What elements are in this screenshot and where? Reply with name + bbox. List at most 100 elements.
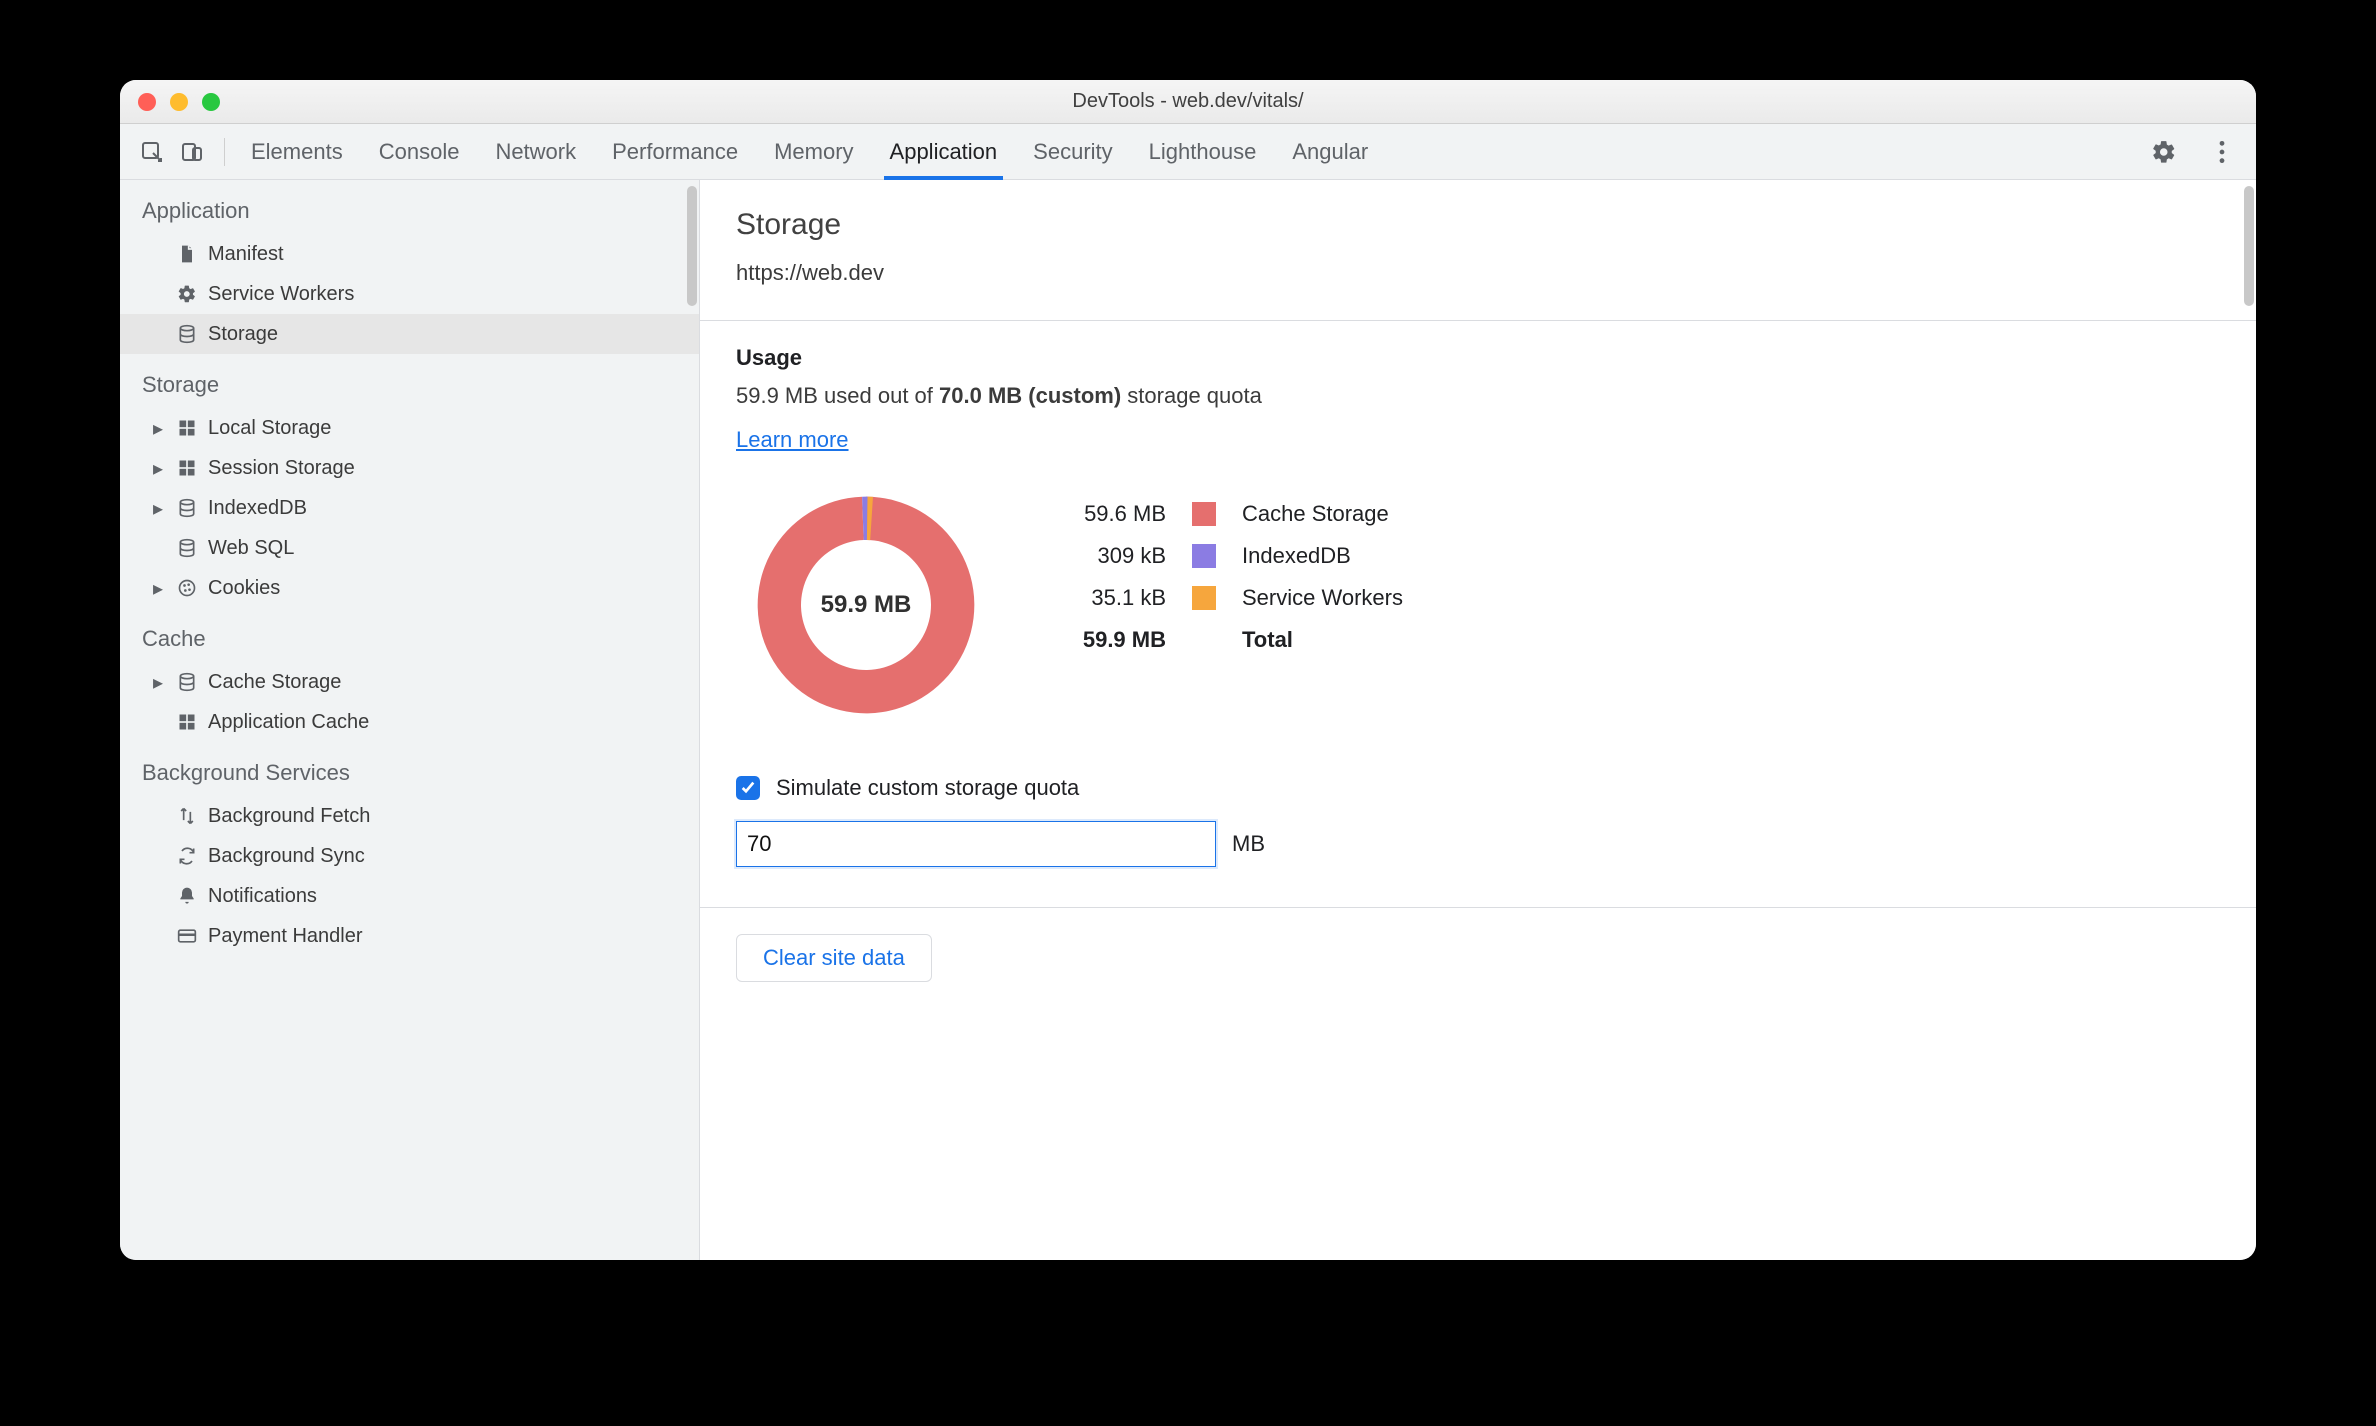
storage-header: Storage https://web.dev xyxy=(700,180,2256,321)
sidebar-item-background-sync[interactable]: Background Sync xyxy=(120,836,699,876)
quota-input[interactable] xyxy=(736,821,1216,867)
usage-donut-chart: 59.9 MB xyxy=(736,475,996,735)
usage-chart-row: 59.9 MB 59.6 MB Cache Storage 309 kB Indexe… xyxy=(736,475,2220,735)
panel-tabstrip: Elements Console Network Performance Memory A… xyxy=(120,124,2256,180)
donut-center-label: 59.9 MB xyxy=(736,475,996,735)
inspect-element-icon[interactable] xyxy=(132,132,172,172)
quota-unit: MB xyxy=(1232,831,1265,857)
simulate-quota-row: Simulate custom storage quota xyxy=(736,775,2220,801)
tab-console[interactable]: Console xyxy=(379,124,460,179)
clear-site-data-button[interactable]: Clear site data xyxy=(736,934,932,982)
sidebar-section-title: Application xyxy=(120,180,699,234)
tab-network[interactable]: Network xyxy=(495,124,576,179)
devtools-window: DevTools - web.dev/vitals/ Elements Conso… xyxy=(120,80,2256,1260)
sidebar-item-cookies[interactable]: ▸ Cookies xyxy=(120,568,699,608)
sidebar-item-local-storage[interactable]: ▸ Local Storage xyxy=(120,408,699,448)
sidebar-item-web-sql[interactable]: Web SQL xyxy=(120,528,699,568)
sidebar-item-manifest[interactable]: Manifest xyxy=(120,234,699,274)
file-icon xyxy=(176,243,198,265)
expand-caret-icon[interactable]: ▸ xyxy=(150,416,166,441)
expand-caret-icon[interactable]: ▸ xyxy=(150,670,166,695)
tab-elements[interactable]: Elements xyxy=(251,124,343,179)
toolbar-divider xyxy=(224,138,225,166)
usage-quota: 70.0 MB (custom) xyxy=(939,383,1121,408)
sidebar-item-storage[interactable]: Storage xyxy=(120,314,699,354)
sidebar-item-label: Cookies xyxy=(208,577,280,600)
application-sidebar: ApplicationManifest Service Workers Storag… xyxy=(120,180,700,1260)
expand-caret-icon[interactable]: ▸ xyxy=(150,496,166,521)
sidebar-item-label: Web SQL xyxy=(208,537,294,560)
sidebar-item-session-storage[interactable]: ▸ Session Storage xyxy=(120,448,699,488)
legend-swatch xyxy=(1192,544,1216,568)
expand-caret-icon[interactable]: ▸ xyxy=(150,576,166,601)
usage-legend: 59.6 MBCache Storage309 kBIndexedDB35.1 … xyxy=(1056,501,1403,653)
bell-icon xyxy=(176,885,198,907)
page-heading: Storage xyxy=(736,208,2220,242)
sidebar-item-notifications[interactable]: Notifications xyxy=(120,876,699,916)
close-window-button[interactable] xyxy=(138,93,156,111)
legend-label: IndexedDB xyxy=(1242,543,1403,569)
legend-label: Service Workers xyxy=(1242,585,1403,611)
sidebar-item-label: Storage xyxy=(208,323,278,346)
legend-total-value: 59.9 MB xyxy=(1056,627,1166,653)
cookie-icon xyxy=(176,577,198,599)
usage-section: Usage 59.9 MB used out of 70.0 MB (custo… xyxy=(700,321,2256,908)
grid-icon xyxy=(176,457,198,479)
legend-swatch xyxy=(1192,586,1216,610)
sidebar-item-indexeddb[interactable]: ▸IndexedDB xyxy=(120,488,699,528)
main-scrollbar[interactable] xyxy=(2244,186,2254,306)
sidebar-item-background-fetch[interactable]: Background Fetch xyxy=(120,796,699,836)
usage-summary: 59.9 MB used out of 70.0 MB (custom) sto… xyxy=(736,383,2220,409)
storage-origin: https://web.dev xyxy=(736,260,2220,286)
zoom-window-button[interactable] xyxy=(202,93,220,111)
tab-application[interactable]: Application xyxy=(890,124,998,179)
minimize-window-button[interactable] xyxy=(170,93,188,111)
sidebar-item-service-workers[interactable]: Service Workers xyxy=(120,274,699,314)
device-toolbar-icon[interactable] xyxy=(172,132,212,172)
sidebar-item-label: Payment Handler xyxy=(208,925,363,948)
db-icon xyxy=(176,671,198,693)
tab-security[interactable]: Security xyxy=(1033,124,1112,179)
simulate-quota-checkbox[interactable] xyxy=(736,776,760,800)
tab-angular[interactable]: Angular xyxy=(1292,124,1368,179)
sidebar-section-title: Background Services xyxy=(120,742,699,796)
sidebar-resizer[interactable] xyxy=(693,180,699,1260)
gear-icon xyxy=(176,283,198,305)
titlebar: DevTools - web.dev/vitals/ xyxy=(120,80,2256,124)
grid-icon xyxy=(176,417,198,439)
sidebar-item-label: Local Storage xyxy=(208,417,331,440)
sidebar-item-label: Cache Storage xyxy=(208,671,341,694)
sidebar-item-label: Application Cache xyxy=(208,711,369,734)
usage-prefix: 59.9 MB used out of xyxy=(736,383,939,408)
sidebar-item-application-cache[interactable]: Application Cache xyxy=(120,702,699,742)
tab-lighthouse[interactable]: Lighthouse xyxy=(1149,124,1257,179)
sidebar-item-label: Service Workers xyxy=(208,283,354,306)
simulate-quota-label: Simulate custom storage quota xyxy=(776,775,1079,801)
sync-icon xyxy=(176,845,198,867)
sidebar-item-payment-handler[interactable]: Payment Handler xyxy=(120,916,699,956)
db-icon xyxy=(176,537,198,559)
tab-memory[interactable]: Memory xyxy=(774,124,853,179)
legend-value: 59.6 MB xyxy=(1056,501,1166,527)
panel-body: ApplicationManifestService WorkersStorag… xyxy=(120,180,2256,1260)
expand-caret-icon[interactable]: ▸ xyxy=(150,456,166,481)
storage-panel: Storage https://web.dev Usage 59.9 MB us… xyxy=(700,180,2256,1260)
tab-performance[interactable]: Performance xyxy=(612,124,738,179)
legend-value: 309 kB xyxy=(1056,543,1166,569)
db-icon xyxy=(176,323,198,345)
learn-more-link[interactable]: Learn more xyxy=(736,427,849,452)
more-icon[interactable] xyxy=(2202,132,2242,172)
legend-label: Cache Storage xyxy=(1242,501,1403,527)
grid-icon xyxy=(176,711,198,733)
traffic-lights xyxy=(138,93,220,111)
sidebar-item-label: Background Sync xyxy=(208,845,365,868)
sidebar-item-label: Notifications xyxy=(208,885,317,908)
sidebar-item-label: Session Storage xyxy=(208,457,355,480)
clear-section: Clear site data xyxy=(700,908,2256,1008)
sidebar-section-title: Storage xyxy=(120,354,699,408)
settings-icon[interactable] xyxy=(2144,132,2184,172)
usage-heading: Usage xyxy=(736,345,2220,371)
sidebar-item-cache-storage[interactable]: ▸ Cache Storage xyxy=(120,662,699,702)
sidebar-item-label: Background Fetch xyxy=(208,805,370,828)
quota-input-row: MB xyxy=(736,821,2220,867)
